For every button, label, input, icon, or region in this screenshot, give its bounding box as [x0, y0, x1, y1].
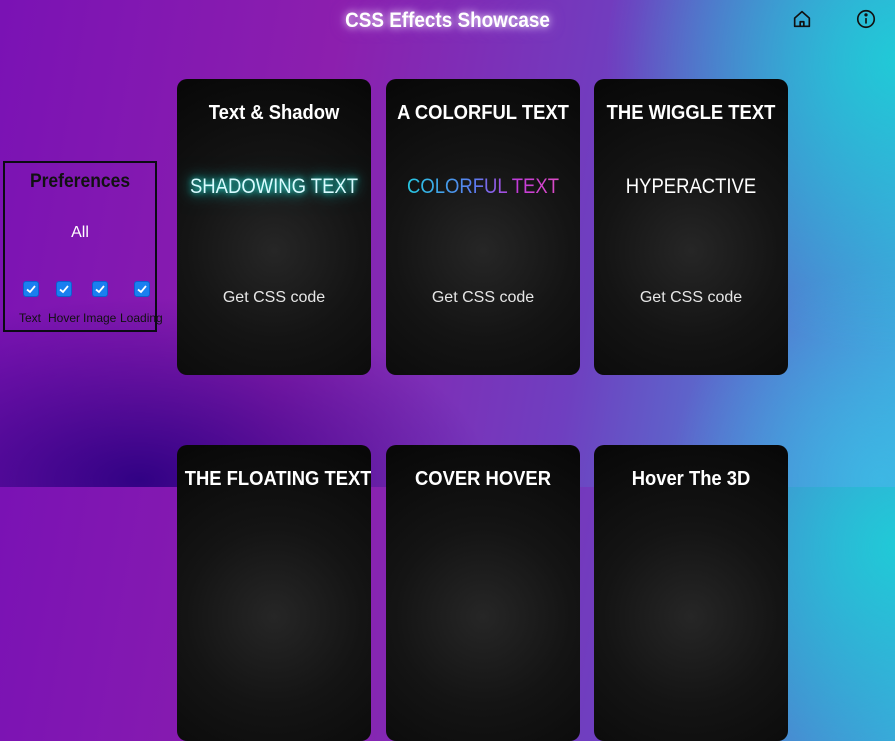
effect-card-hover-3d: Hover The 3D — [594, 445, 788, 741]
get-css-code-link[interactable]: Get CSS code — [386, 289, 580, 307]
card-title: Text & Shadow — [208, 102, 340, 124]
check-icon — [95, 285, 105, 294]
effect-card-floating-text: THE FLOATING TEXT — [177, 445, 371, 741]
check-icon — [26, 285, 36, 294]
check-icon — [59, 285, 69, 294]
check-icon — [137, 285, 147, 294]
top-bar: CSS Effects Showcase — [0, 0, 895, 46]
text-filter-label: Text — [19, 311, 42, 325]
home-button[interactable] — [791, 8, 813, 30]
effect-card-cover-hover: COVER HOVER — [386, 445, 580, 741]
page-title: CSS Effects Showcase — [345, 9, 550, 32]
image-checkbox[interactable] — [92, 281, 108, 297]
effect-card-wiggle-text: THE WIGGLE TEXT HYPERACTIVE Get CSS code — [594, 79, 788, 375]
all-filter[interactable]: All — [5, 224, 155, 242]
preferences-panel: Preferences All Text Hover Image Loading — [3, 161, 163, 332]
info-icon — [856, 9, 876, 29]
card-demo-text: HYPERACTIVE — [625, 175, 757, 198]
card-demo-text: SHADOWING TEXT — [189, 175, 359, 198]
loading-checkbox[interactable] — [134, 281, 150, 297]
info-button[interactable] — [855, 8, 877, 30]
get-css-code-link[interactable]: Get CSS code — [594, 289, 788, 307]
effect-card-text-shadow: Text & Shadow SHADOWING TEXT Get CSS cod… — [177, 79, 371, 375]
card-title: THE WIGGLE TEXT — [606, 102, 776, 124]
image-filter-label: Image — [83, 311, 117, 325]
preferences-title: Preferences — [29, 171, 131, 192]
card-title: THE FLOATING TEXT — [184, 468, 371, 490]
card-title: A COLORFUL TEXT — [397, 102, 569, 124]
loading-filter-label: Loading — [120, 311, 163, 325]
hover-checkbox[interactable] — [56, 281, 72, 297]
text-checkbox[interactable] — [23, 281, 39, 297]
get-css-code-link[interactable]: Get CSS code — [177, 289, 371, 307]
hover-filter-label: Hover — [48, 311, 81, 325]
card-title: Hover The 3D — [631, 468, 751, 490]
effect-card-colorful-text: A COLORFUL TEXT COLORFUL TEXT Get CSS co… — [386, 79, 580, 375]
loading-filter-option[interactable]: Loading — [120, 281, 164, 327]
card-demo-text: COLORFUL TEXT — [398, 175, 569, 199]
card-title: COVER HOVER — [415, 468, 551, 490]
home-icon — [793, 10, 811, 28]
